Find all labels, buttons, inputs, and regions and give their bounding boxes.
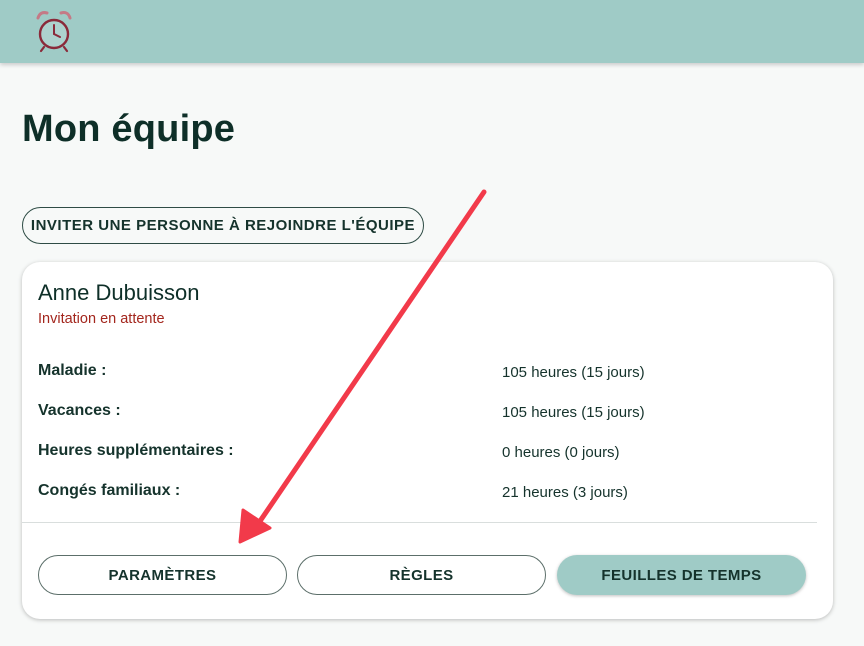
invite-member-button[interactable]: INVITER UNE PERSONNE À REJOINDRE L'ÉQUIP… (22, 207, 424, 244)
top-app-bar (0, 0, 864, 63)
alarm-clock-icon[interactable] (34, 8, 74, 54)
settings-button[interactable]: PARAMÈTRES (38, 555, 287, 595)
balance-row-sick: Maladie : 105 heures (15 jours) (38, 362, 818, 386)
balance-value: 21 heures (3 jours) (502, 484, 628, 501)
balance-row-vacation: Vacances : 105 heures (15 jours) (38, 402, 818, 426)
card-divider (22, 522, 817, 523)
balance-label: Vacances : (38, 402, 121, 419)
balance-value: 105 heures (15 jours) (502, 364, 645, 381)
balance-row-family-leave: Congés familiaux : 21 heures (3 jours) (38, 482, 818, 506)
balance-label: Heures supplémentaires : (38, 442, 234, 459)
balance-label: Congés familiaux : (38, 482, 181, 499)
rules-button[interactable]: RÈGLES (297, 555, 546, 595)
balance-row-overtime: Heures supplémentaires : 0 heures (0 jou… (38, 442, 818, 466)
balance-value: 0 heures (0 jours) (502, 444, 620, 461)
balance-value: 105 heures (15 jours) (502, 404, 645, 421)
timesheets-button[interactable]: FEUILLES DE TEMPS (557, 555, 806, 595)
page-title: Mon équipe (22, 108, 236, 150)
balance-label: Maladie : (38, 362, 107, 379)
invitation-status: Invitation en attente (38, 311, 165, 327)
member-card: Anne Dubuisson Invitation en attente Mal… (22, 262, 833, 619)
member-name: Anne Dubuisson (38, 280, 200, 305)
